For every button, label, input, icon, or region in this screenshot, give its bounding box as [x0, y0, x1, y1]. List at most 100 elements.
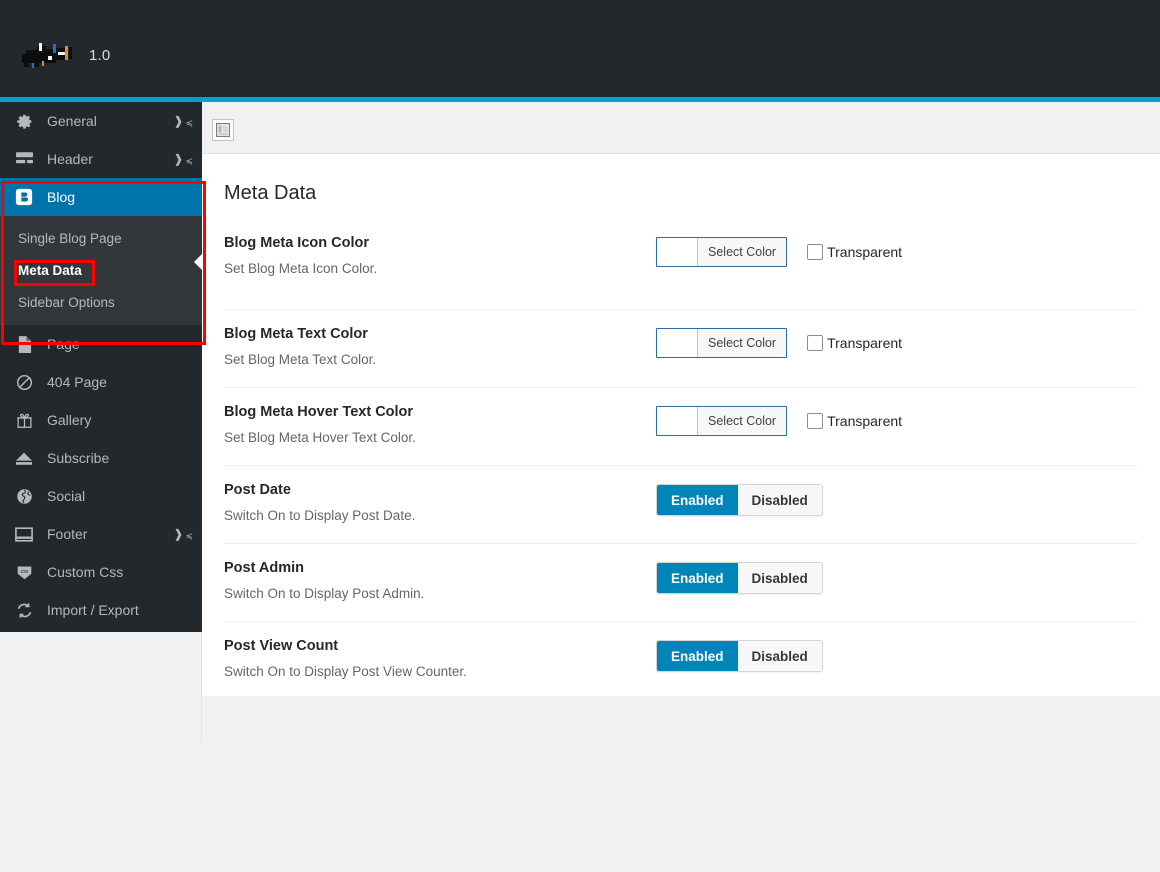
switch-disabled-option[interactable]: Disabled	[737, 563, 822, 593]
sync-icon	[13, 600, 35, 620]
panel-toolbar	[202, 107, 1160, 154]
field-text: Post View Count Switch On to Display Pos…	[224, 638, 656, 679]
sidebar-item-label: Custom Css	[47, 564, 124, 580]
field-description: Set Blog Meta Text Color.	[224, 352, 377, 367]
field-text: Blog Meta Icon Color Set Blog Meta Icon …	[224, 235, 656, 276]
chevron-down-icon[interactable]: ❱ ≼	[173, 153, 193, 165]
sidebar-item-label: Gallery	[47, 412, 92, 428]
sidebar-item-label: General	[47, 113, 97, 129]
field-title: Post Admin	[224, 560, 305, 576]
field-title: Blog Meta Hover Text Color	[224, 404, 414, 420]
transparent-label: Transparent	[827, 413, 903, 429]
field-title: Post View Count	[224, 638, 339, 654]
field-description: Set Blog Meta Icon Color.	[224, 261, 378, 276]
transparent-label: Transparent	[827, 335, 903, 351]
page-title: Meta Data	[224, 182, 317, 204]
sidebar: General ❱ ≼ Header ❱ ≼ Blog Single Blog Pa…	[0, 102, 202, 632]
sidebar-item-header[interactable]: Header ❱ ≼	[0, 140, 202, 178]
field-title: Blog Meta Text Color	[224, 326, 368, 342]
page-icon	[13, 334, 35, 354]
switch-enabled-option[interactable]: Enabled	[657, 485, 738, 515]
field-description: Switch On to Display Post View Counter.	[224, 664, 467, 679]
sidebar-item-label: Footer	[47, 526, 88, 542]
select-color-label: Select Color	[697, 238, 786, 266]
chevron-down-icon[interactable]: ❱ ≼	[173, 115, 193, 127]
checkbox-box[interactable]	[807, 335, 824, 351]
gear-icon	[13, 111, 35, 131]
field-control: Enabled Disabled	[656, 560, 1138, 594]
forbidden-icon	[13, 372, 35, 392]
field-row-post-view-count: Post View Count Switch On to Display Pos…	[224, 621, 1138, 696]
sidebar-submenu-blog: Single Blog Page Meta Data Sidebar Optio…	[0, 216, 202, 325]
transparent-checkbox[interactable]: Transparent	[807, 413, 902, 429]
transparent-checkbox[interactable]: Transparent	[807, 335, 902, 351]
field-control: Enabled Disabled	[656, 482, 1138, 516]
css-shield-icon: css	[13, 562, 35, 582]
sidebar-item-label: Subscribe	[47, 450, 110, 466]
panel-body: Meta Data Blog Meta Icon Color Set Blog …	[202, 154, 1160, 696]
sidebar-subitem-label: Meta Data	[18, 262, 82, 278]
field-description: Switch On to Display Post Admin.	[224, 586, 425, 601]
sidebar-subitem-single-blog-page[interactable]: Single Blog Page	[0, 222, 202, 254]
sidebar-item-general[interactable]: General ❱ ≼	[0, 102, 202, 140]
svg-text:css: css	[20, 568, 28, 574]
sidebar-item-label: Blog	[47, 189, 76, 205]
brand: 1.0	[20, 40, 110, 70]
sidebar-item-footer[interactable]: Footer ❱ ≼	[0, 515, 202, 553]
sidebar-subitem-label: Sidebar Options	[18, 294, 115, 310]
chevron-down-icon[interactable]: ❱ ≼	[173, 528, 193, 540]
gift-icon	[13, 410, 35, 430]
field-description: Set Blog Meta Hover Text Color.	[224, 430, 416, 445]
sidebar-item-404-page[interactable]: 404 Page	[0, 363, 202, 401]
switch-enabled-option[interactable]: Enabled	[657, 641, 738, 671]
sidebar-item-label: Page	[47, 336, 80, 352]
sidebar-item-subscribe[interactable]: Subscribe	[0, 439, 202, 477]
sidebar-item-label: Import / Export	[47, 602, 139, 618]
sidebar-subitem-meta-data[interactable]: Meta Data	[0, 254, 202, 286]
sidebar-item-blog[interactable]: Blog	[0, 178, 202, 216]
color-swatch	[657, 238, 697, 266]
eject-icon	[13, 448, 35, 468]
sidebar-item-custom-css[interactable]: css Custom Css	[0, 553, 202, 591]
field-control: Enabled Disabled	[656, 638, 1138, 672]
field-title: Post Date	[224, 482, 291, 498]
sidebar-item-import-export[interactable]: Import / Export	[0, 591, 202, 629]
select-color-button[interactable]: Select Color	[656, 406, 788, 436]
switch-disabled-option[interactable]: Disabled	[737, 485, 822, 515]
sidebar-item-label: Header	[47, 151, 93, 167]
enabled-disabled-switch[interactable]: Enabled Disabled	[656, 640, 823, 672]
app-topbar: 1.0	[0, 0, 1160, 102]
sidebar-item-page[interactable]: Page	[0, 325, 202, 363]
enabled-disabled-switch[interactable]: Enabled Disabled	[656, 562, 823, 594]
field-text: Blog Meta Text Color Set Blog Meta Text …	[224, 326, 656, 367]
enabled-disabled-switch[interactable]: Enabled Disabled	[656, 484, 823, 516]
select-color-label: Select Color	[697, 407, 786, 435]
checkbox-box[interactable]	[807, 413, 824, 429]
select-color-button[interactable]: Select Color	[656, 328, 788, 358]
select-color-button[interactable]: Select Color	[656, 237, 788, 267]
checkbox-box[interactable]	[807, 244, 824, 260]
globe-icon	[13, 486, 35, 506]
field-row-blog-meta-icon-color: Blog Meta Icon Color Set Blog Meta Icon …	[224, 231, 1138, 309]
field-text: Post Admin Switch On to Display Post Adm…	[224, 560, 656, 601]
sidebar-item-gallery[interactable]: Gallery	[0, 401, 202, 439]
field-row-blog-meta-text-color: Blog Meta Text Color Set Blog Meta Text …	[224, 309, 1138, 387]
sidebar-item-label: 404 Page	[47, 374, 107, 390]
sidebar-layout-icon[interactable]	[212, 119, 234, 141]
field-row-blog-meta-hover-text-color: Blog Meta Hover Text Color Set Blog Meta…	[224, 387, 1138, 465]
sidebar-subitem-sidebar-options[interactable]: Sidebar Options	[0, 286, 202, 318]
header-icon	[13, 149, 35, 169]
field-title: Blog Meta Icon Color	[224, 235, 369, 251]
sidebar-item-label: Social	[47, 488, 86, 504]
sidebar-subitem-label: Single Blog Page	[18, 230, 122, 246]
switch-enabled-option[interactable]: Enabled	[657, 563, 738, 593]
footer-icon	[13, 524, 35, 544]
redacted-logo-icon	[20, 40, 76, 70]
color-swatch	[657, 329, 697, 357]
field-text: Blog Meta Hover Text Color Set Blog Meta…	[224, 404, 656, 445]
color-swatch	[657, 407, 697, 435]
transparent-checkbox[interactable]: Transparent	[807, 244, 902, 260]
switch-disabled-option[interactable]: Disabled	[737, 641, 822, 671]
sidebar-item-social[interactable]: Social	[0, 477, 202, 515]
field-control: Select Color Transparent	[656, 326, 1138, 358]
